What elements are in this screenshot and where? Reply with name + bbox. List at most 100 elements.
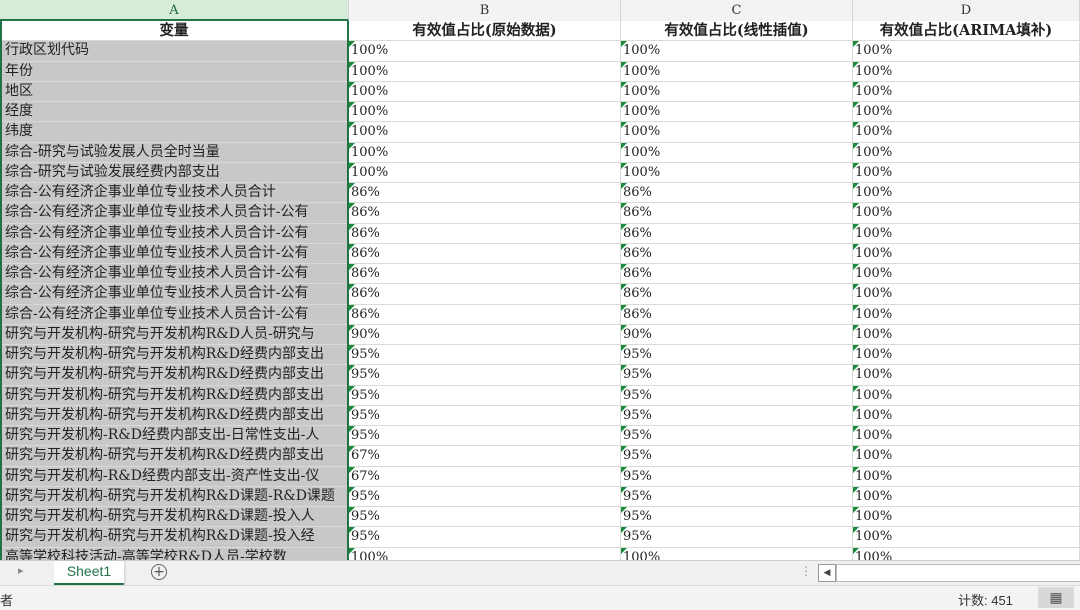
cell-b[interactable]: 86% xyxy=(349,183,621,204)
cell-c[interactable]: 86% xyxy=(621,243,853,264)
cell-a[interactable]: 研究与开发机构-研究与开发机构R&D经费内部支出 xyxy=(0,405,349,426)
cell-b[interactable]: 100% xyxy=(349,81,621,102)
cell-a[interactable]: 综合-公有经济企事业单位专业技术人员合计 xyxy=(0,183,349,204)
cell-c[interactable]: 100% xyxy=(621,41,853,62)
cell-a[interactable]: 研究与开发机构-R&D经费内部支出-资产性支出-仪 xyxy=(0,466,349,487)
cell-a[interactable]: 行政区划代码 xyxy=(0,41,349,62)
cell-d[interactable]: 100% xyxy=(853,547,1080,560)
cell-a[interactable]: 地区 xyxy=(0,81,349,102)
cell-d[interactable]: 100% xyxy=(853,466,1080,487)
cell-c[interactable]: 86% xyxy=(621,183,853,204)
scroll-left-icon[interactable]: ◀ xyxy=(818,564,836,582)
cell-b[interactable]: 86% xyxy=(349,264,621,285)
cell-a[interactable]: 综合-公有经济企事业单位专业技术人员合计-公有 xyxy=(0,203,349,224)
cell-d[interactable]: 100% xyxy=(853,264,1080,285)
cell-d[interactable]: 100% xyxy=(853,61,1080,82)
cell-b[interactable]: 95% xyxy=(349,527,621,548)
cell-b[interactable]: 100% xyxy=(349,102,621,123)
cell-b[interactable]: 100% xyxy=(349,41,621,62)
cell-a[interactable]: 经度 xyxy=(0,102,349,123)
header-cell-variable[interactable]: 变量 xyxy=(0,21,349,42)
cell-d[interactable]: 100% xyxy=(853,324,1080,345)
cell-c[interactable]: 95% xyxy=(621,365,853,386)
cell-a[interactable]: 综合-研究与试验发展经费内部支出 xyxy=(0,162,349,183)
cell-a[interactable]: 研究与开发机构-研究与开发机构R&D经费内部支出 xyxy=(0,365,349,386)
cell-d[interactable]: 100% xyxy=(853,385,1080,406)
cell-d[interactable]: 100% xyxy=(853,142,1080,163)
cell-b[interactable]: 86% xyxy=(349,203,621,224)
cell-c[interactable]: 100% xyxy=(621,162,853,183)
cell-a[interactable]: 综合-研究与试验发展人员全时当量 xyxy=(0,142,349,163)
cell-c[interactable]: 90% xyxy=(621,324,853,345)
cell-c[interactable]: 100% xyxy=(621,547,853,560)
cell-a[interactable]: 研究与开发机构-研究与开发机构R&D课题-投入人 xyxy=(0,507,349,528)
cell-c[interactable]: 86% xyxy=(621,223,853,244)
tab-sheet1[interactable]: Sheet1 xyxy=(54,561,124,586)
cell-b[interactable]: 67% xyxy=(349,466,621,487)
cell-a[interactable]: 研究与开发机构-研究与开发机构R&D经费内部支出 xyxy=(0,446,349,467)
cell-b[interactable]: 67% xyxy=(349,446,621,467)
cell-c[interactable]: 86% xyxy=(621,284,853,305)
cell-c[interactable]: 95% xyxy=(621,446,853,467)
cell-b[interactable]: 86% xyxy=(349,243,621,264)
cell-c[interactable]: 86% xyxy=(621,264,853,285)
cell-b[interactable]: 100% xyxy=(349,61,621,82)
header-cell-arima[interactable]: 有效值占比(ARIMA填补) xyxy=(853,21,1080,42)
cell-c[interactable]: 86% xyxy=(621,203,853,224)
cell-a[interactable]: 研究与开发机构-研究与开发机构R&D人员-研究与 xyxy=(0,324,349,345)
cell-a[interactable]: 纬度 xyxy=(0,122,349,143)
cell-c[interactable]: 95% xyxy=(621,507,853,528)
cell-a[interactable]: 综合-公有经济企事业单位专业技术人员合计-公有 xyxy=(0,223,349,244)
cell-c[interactable]: 95% xyxy=(621,345,853,366)
cell-b[interactable]: 95% xyxy=(349,405,621,426)
cell-c[interactable]: 95% xyxy=(621,385,853,406)
cell-b[interactable]: 100% xyxy=(349,122,621,143)
cell-c[interactable]: 86% xyxy=(621,304,853,325)
cell-b[interactable]: 90% xyxy=(349,324,621,345)
cell-d[interactable]: 100% xyxy=(853,304,1080,325)
cell-c[interactable]: 100% xyxy=(621,81,853,102)
column-header-b[interactable]: B xyxy=(349,0,621,21)
cell-c[interactable]: 100% xyxy=(621,102,853,123)
cell-a[interactable]: 研究与开发机构-研究与开发机构R&D课题-R&D课题 xyxy=(0,486,349,507)
cell-b[interactable]: 86% xyxy=(349,284,621,305)
cell-a[interactable]: 研究与开发机构-研究与开发机构R&D课题-投入经 xyxy=(0,527,349,548)
tab-nav-right-icon[interactable]: ▸ xyxy=(18,564,24,577)
cell-b[interactable]: 100% xyxy=(349,162,621,183)
cell-a[interactable]: 综合-公有经济企事业单位专业技术人员合计-公有 xyxy=(0,243,349,264)
column-header-c[interactable]: C xyxy=(621,0,853,21)
cell-c[interactable]: 95% xyxy=(621,527,853,548)
cell-a[interactable]: 研究与开发机构-研究与开发机构R&D经费内部支出 xyxy=(0,385,349,406)
cell-d[interactable]: 100% xyxy=(853,243,1080,264)
horizontal-scrollbar[interactable] xyxy=(836,564,1080,582)
spreadsheet-grid[interactable]: A B C D 变量 有效值占比(原始数据) 有效值占比(线性插值) 有效值占比… xyxy=(0,0,1080,560)
cell-b[interactable]: 95% xyxy=(349,486,621,507)
cell-d[interactable]: 100% xyxy=(853,365,1080,386)
cell-d[interactable]: 100% xyxy=(853,284,1080,305)
cell-a[interactable]: 研究与开发机构-R&D经费内部支出-日常性支出-人 xyxy=(0,426,349,447)
cell-c[interactable]: 100% xyxy=(621,122,853,143)
cell-d[interactable]: 100% xyxy=(853,122,1080,143)
cell-d[interactable]: 100% xyxy=(853,446,1080,467)
cell-a[interactable]: 综合-公有经济企事业单位专业技术人员合计-公有 xyxy=(0,304,349,325)
cell-c[interactable]: 95% xyxy=(621,426,853,447)
cell-d[interactable]: 100% xyxy=(853,405,1080,426)
cell-d[interactable]: 100% xyxy=(853,345,1080,366)
cell-c[interactable]: 95% xyxy=(621,486,853,507)
cell-d[interactable]: 100% xyxy=(853,162,1080,183)
cell-b[interactable]: 86% xyxy=(349,304,621,325)
cell-d[interactable]: 100% xyxy=(853,81,1080,102)
cell-b[interactable]: 86% xyxy=(349,223,621,244)
cell-d[interactable]: 100% xyxy=(853,183,1080,204)
cell-d[interactable]: 100% xyxy=(853,41,1080,62)
cell-b[interactable]: 100% xyxy=(349,547,621,560)
cell-b[interactable]: 95% xyxy=(349,345,621,366)
column-header-d[interactable]: D xyxy=(853,0,1080,21)
cell-a[interactable]: 高等学校科技活动-高等学校R&D人员-学校数 xyxy=(0,547,349,560)
cell-a[interactable]: 年份 xyxy=(0,61,349,82)
tab-split-handle-icon[interactable]: ⋮ xyxy=(800,564,812,578)
cell-b[interactable]: 95% xyxy=(349,426,621,447)
cell-c[interactable]: 95% xyxy=(621,466,853,487)
add-sheet-icon[interactable]: + xyxy=(151,564,167,580)
cell-a[interactable]: 综合-公有经济企事业单位专业技术人员合计-公有 xyxy=(0,264,349,285)
